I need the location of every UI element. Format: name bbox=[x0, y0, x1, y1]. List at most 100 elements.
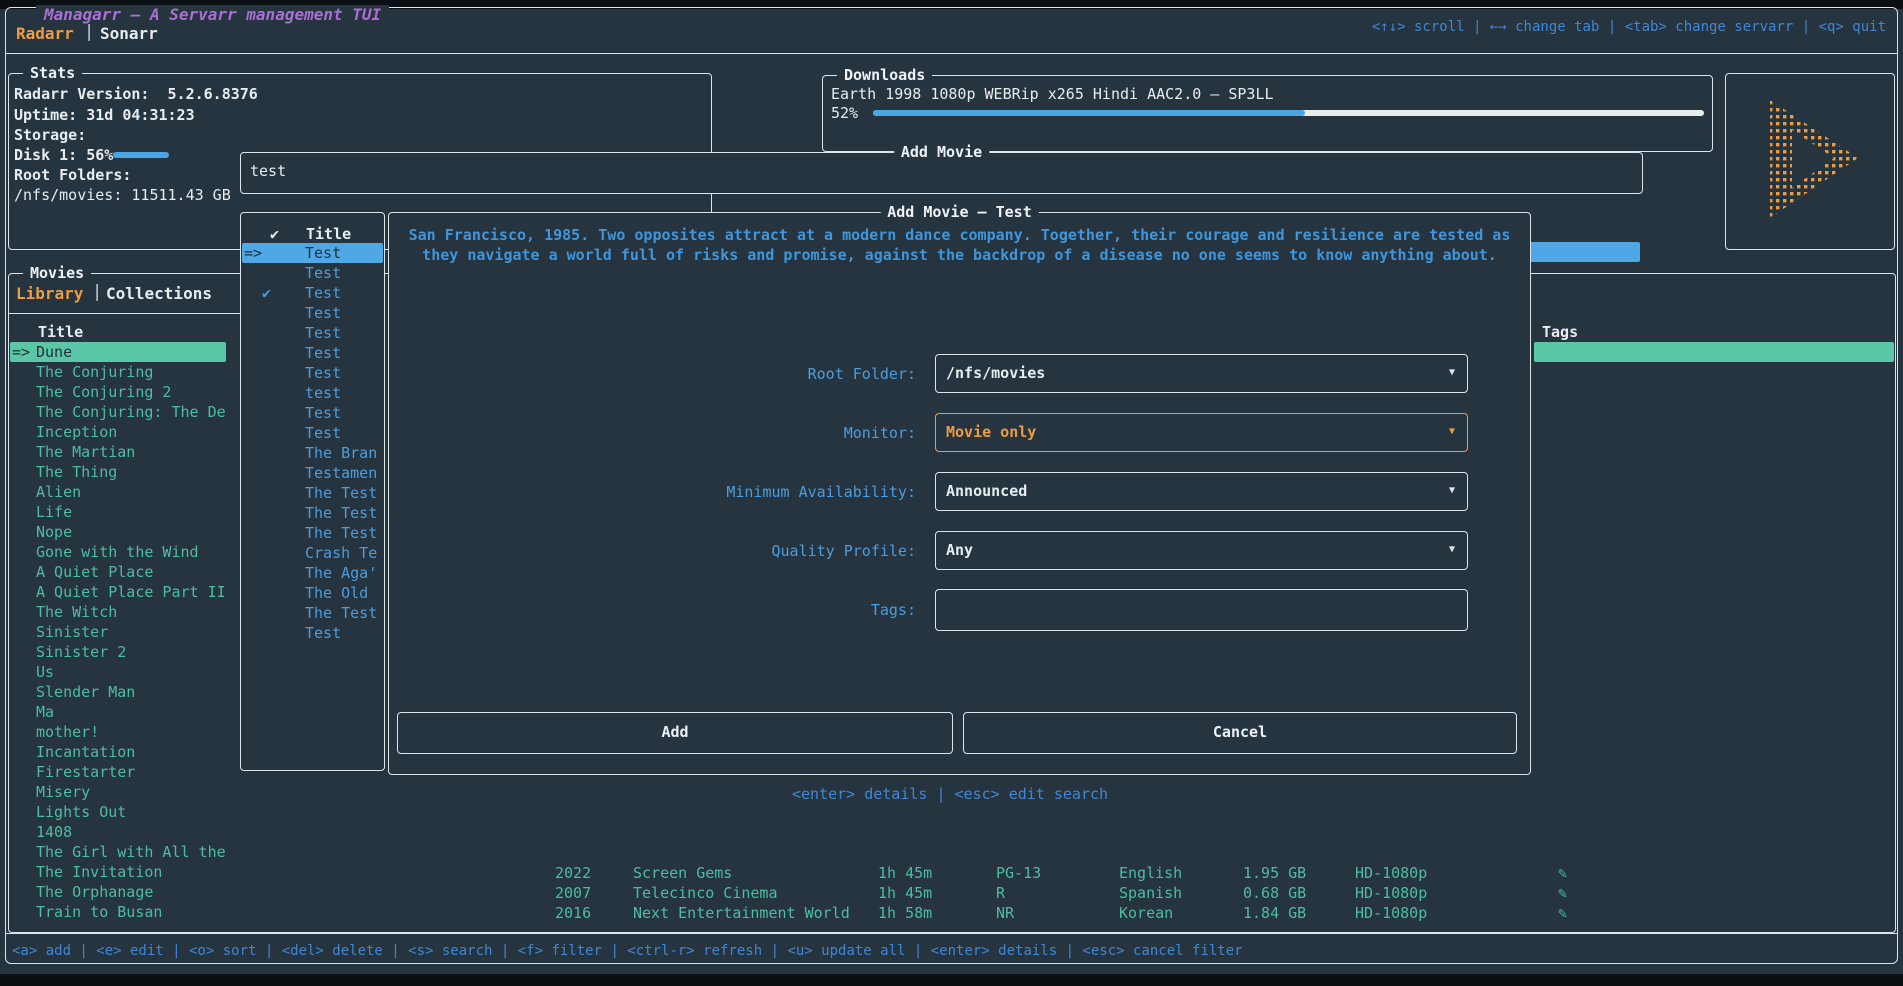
result-detail-row[interactable]: 2016 Next Entertainment World 1h 58m NR … bbox=[555, 903, 1795, 923]
movie-list-item[interactable]: The Conjuring: The De bbox=[10, 402, 226, 422]
edit-icon[interactable]: ✎ bbox=[1558, 863, 1588, 883]
result-marker bbox=[242, 523, 305, 543]
selection-arrow bbox=[10, 742, 36, 762]
result-detail-row[interactable]: 2007 Telecinco Cinema 1h 45m R Spanish 0… bbox=[555, 883, 1795, 903]
movie-list-item[interactable]: mother! bbox=[10, 722, 226, 742]
result-list-item[interactable]: test bbox=[242, 383, 383, 403]
chevron-down-icon: ▼ bbox=[1449, 473, 1455, 509]
movie-list-item[interactable]: The Conjuring bbox=[10, 362, 226, 382]
movie-list-item[interactable]: Lights Out bbox=[10, 802, 226, 822]
movie-title: Slender Man bbox=[36, 682, 226, 702]
result-list-item[interactable]: => Test bbox=[242, 243, 383, 263]
movie-title: Life bbox=[36, 502, 226, 522]
add-movie-search-input[interactable]: test bbox=[250, 162, 286, 180]
movie-list-item[interactable]: The Orphanage bbox=[10, 882, 226, 902]
managarr-tui: { "app": { "title": "Managarr — A Servar… bbox=[0, 0, 1903, 986]
movie-title: Lights Out bbox=[36, 802, 226, 822]
result-title: Test bbox=[305, 283, 383, 303]
form-field-dropdown[interactable]: Movie only ▼ bbox=[935, 413, 1468, 452]
movie-list-item[interactable]: The Invitation bbox=[10, 862, 226, 882]
movie-list-item[interactable]: The Girl with All the bbox=[10, 842, 226, 862]
movie-list-item[interactable]: => Dune bbox=[10, 342, 226, 362]
movie-list-item[interactable]: The Conjuring 2 bbox=[10, 382, 226, 402]
result-marker bbox=[242, 303, 305, 323]
movie-list-item[interactable]: The Thing bbox=[10, 462, 226, 482]
form-row: Minimum Availability: Announced ▼ bbox=[501, 472, 1468, 511]
result-list-item[interactable]: Test bbox=[242, 623, 383, 643]
result-list-item[interactable]: Test bbox=[242, 343, 383, 363]
detail-runtime: 1h 45m bbox=[878, 883, 996, 903]
add-movie-search-box[interactable]: Add Movie test bbox=[240, 152, 1643, 194]
result-list-item[interactable]: The Test bbox=[242, 603, 383, 623]
selection-arrow bbox=[10, 382, 36, 402]
movie-list-item[interactable]: Train to Busan bbox=[10, 902, 226, 922]
movies-tab-collections[interactable]: Collections bbox=[106, 284, 212, 303]
result-list-item[interactable]: Test bbox=[242, 303, 383, 323]
movies-panel-title: Movies bbox=[23, 264, 91, 282]
movie-list-item[interactable]: The Martian bbox=[10, 442, 226, 462]
movie-title: The Thing bbox=[36, 462, 226, 482]
movie-title: The Conjuring 2 bbox=[36, 382, 226, 402]
selection-arrow bbox=[10, 582, 36, 602]
result-list-item[interactable]: Test bbox=[242, 423, 383, 443]
result-list-item[interactable]: Test bbox=[242, 263, 383, 283]
movie-list-item[interactable]: The Witch bbox=[10, 602, 226, 622]
result-detail-row[interactable]: 2022 Screen Gems 1h 45m PG-13 English 1.… bbox=[555, 863, 1795, 883]
form-field-dropdown[interactable]: Announced ▼ bbox=[935, 472, 1468, 511]
result-list-item[interactable]: The Test bbox=[242, 523, 383, 543]
detail-quality: HD-1080p bbox=[1355, 883, 1558, 903]
stats-panel-title: Stats bbox=[23, 64, 82, 82]
movie-list-item[interactable]: A Quiet Place bbox=[10, 562, 226, 582]
result-title: Testamen bbox=[305, 463, 383, 483]
movie-list-item[interactable]: Gone with the Wind bbox=[10, 542, 226, 562]
result-list-item[interactable]: The Old bbox=[242, 583, 383, 603]
movie-list-item[interactable]: 1408 bbox=[10, 822, 226, 842]
movie-list-item[interactable]: Inception bbox=[10, 422, 226, 442]
movie-list-item[interactable]: Life bbox=[10, 502, 226, 522]
movie-list-item[interactable]: A Quiet Place Part II bbox=[10, 582, 226, 602]
form-field-dropdown[interactable]: /nfs/movies ▼ bbox=[935, 354, 1468, 393]
result-marker bbox=[242, 403, 305, 423]
form-field-dropdown[interactable] bbox=[935, 589, 1468, 631]
edit-icon[interactable]: ✎ bbox=[1558, 883, 1588, 903]
movie-list-item[interactable]: Ma bbox=[10, 702, 226, 722]
result-title: Test bbox=[305, 423, 383, 443]
result-list-item[interactable]: Test bbox=[242, 363, 383, 383]
movie-list-item[interactable]: Firestarter bbox=[10, 762, 226, 782]
movie-list-item[interactable]: Alien bbox=[10, 482, 226, 502]
result-list-item[interactable]: ✔ Test bbox=[242, 283, 383, 303]
detail-rating: PG-13 bbox=[996, 863, 1119, 883]
tab-radarr[interactable]: Radarr bbox=[16, 24, 74, 43]
result-list-item[interactable]: The Test bbox=[242, 503, 383, 523]
edit-icon[interactable]: ✎ bbox=[1558, 903, 1588, 923]
movies-tab-separator: | bbox=[92, 282, 102, 302]
result-list-item[interactable]: The Aga' bbox=[242, 563, 383, 583]
add-movie-search-title: Add Movie bbox=[894, 143, 989, 161]
cancel-button[interactable]: Cancel bbox=[963, 712, 1517, 754]
movie-list-item[interactable]: Incantation bbox=[10, 742, 226, 762]
result-title: Test bbox=[305, 363, 383, 383]
detail-rating: R bbox=[996, 883, 1119, 903]
result-list-item[interactable]: The Test bbox=[242, 483, 383, 503]
result-list-item[interactable]: Test bbox=[242, 323, 383, 343]
movie-list-item[interactable]: Sinister bbox=[10, 622, 226, 642]
result-list-item[interactable]: The Bran bbox=[242, 443, 383, 463]
download-item-name: Earth 1998 1080p WEBRip x265 Hindi AAC2.… bbox=[831, 85, 1274, 103]
add-button[interactable]: Add bbox=[397, 712, 953, 754]
selected-result-row-overflow[interactable] bbox=[1528, 242, 1640, 262]
result-list-item[interactable]: Testamen bbox=[242, 463, 383, 483]
form-field-dropdown[interactable]: Any ▼ bbox=[935, 531, 1468, 570]
result-title: The Aga' bbox=[305, 563, 383, 583]
result-title: Test bbox=[305, 403, 383, 423]
movie-list-item[interactable]: Nope bbox=[10, 522, 226, 542]
tab-sonarr[interactable]: Sonarr bbox=[100, 24, 158, 43]
movie-list-item[interactable]: Sinister 2 bbox=[10, 642, 226, 662]
movie-list-item[interactable]: Us bbox=[10, 662, 226, 682]
movie-list-item[interactable]: Slender Man bbox=[10, 682, 226, 702]
movie-list-item[interactable]: Misery bbox=[10, 782, 226, 802]
result-list-item[interactable]: Test bbox=[242, 403, 383, 423]
selection-arrow bbox=[10, 642, 36, 662]
movies-tab-library[interactable]: Library bbox=[16, 284, 83, 303]
selected-movie-row-tags-cell[interactable] bbox=[1534, 342, 1894, 362]
result-list-item[interactable]: Crash Te bbox=[242, 543, 383, 563]
